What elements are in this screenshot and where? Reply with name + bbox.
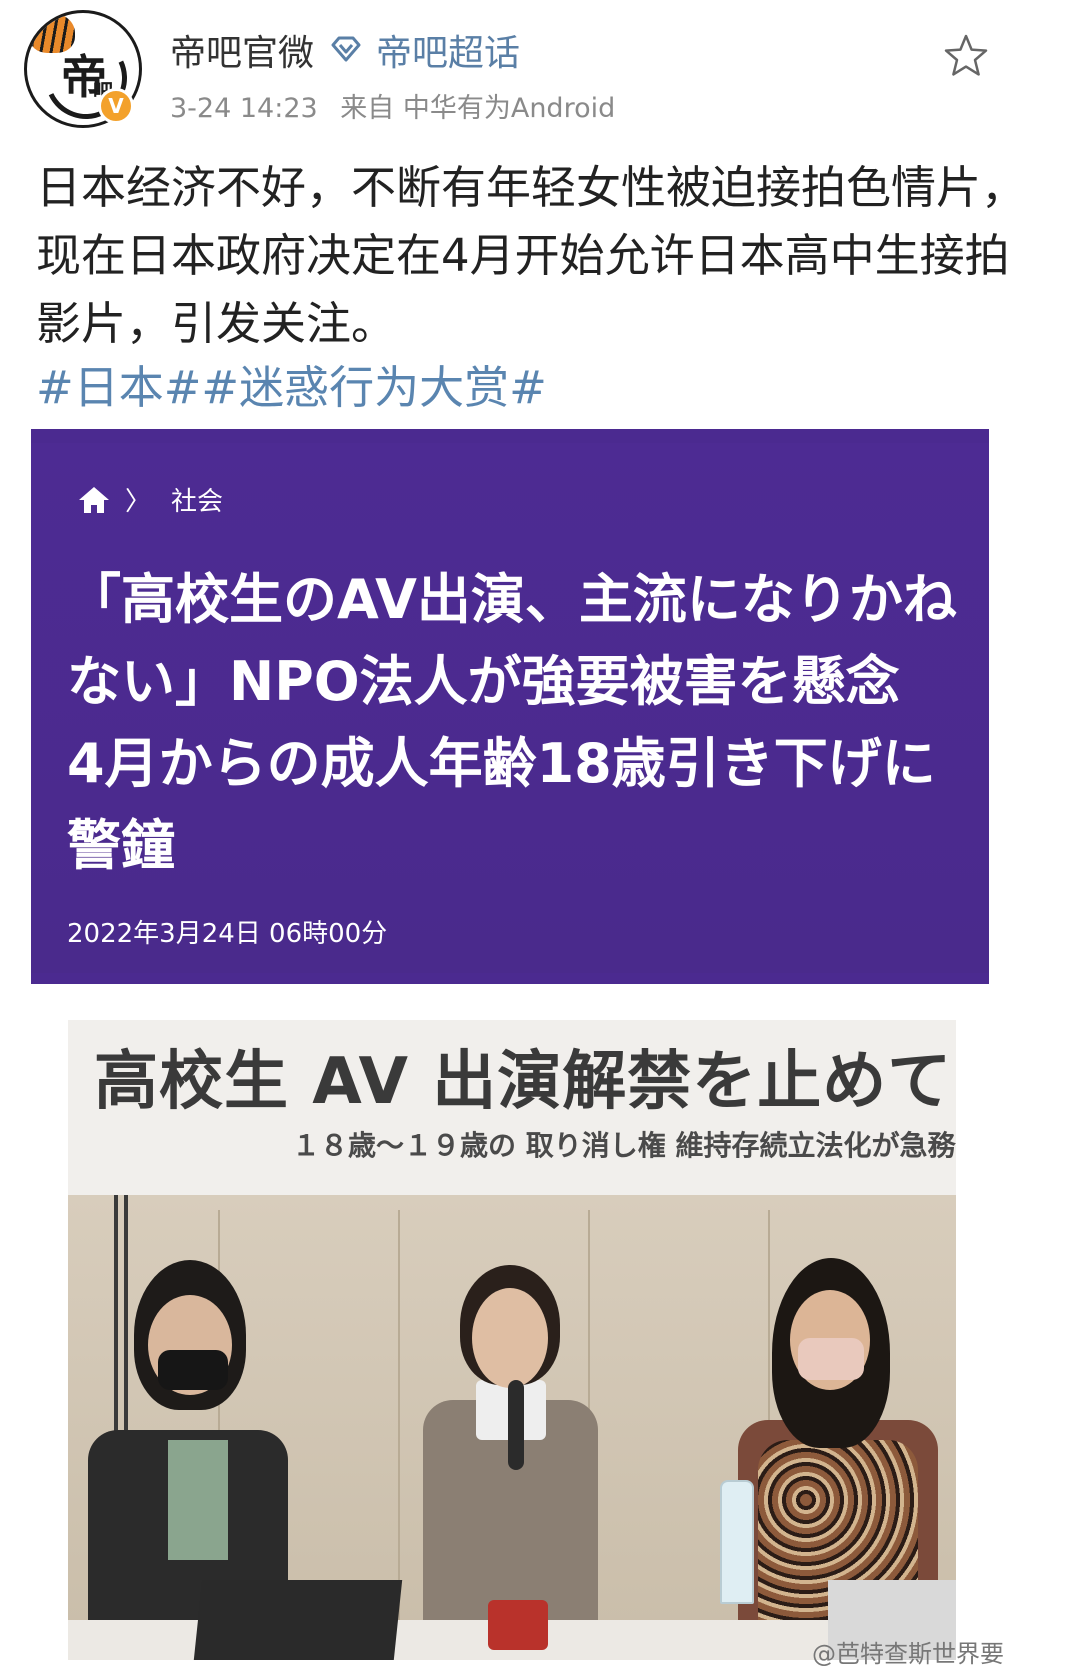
laptop-left — [193, 1580, 403, 1660]
post-text: 日本经济不好，不断有年轻女性被迫接拍色情片，现在日本政府决定在4月开始允许日本高… — [36, 161, 1027, 350]
verified-badge-icon: V — [98, 88, 134, 124]
water-bottle — [720, 1480, 754, 1604]
hashtag-japan[interactable]: #日本# — [36, 361, 201, 414]
star-icon[interactable] — [942, 32, 990, 80]
diamond-icon — [331, 36, 361, 62]
hashtags: #日本##迷惑行为大赏# — [36, 358, 547, 418]
post-source: 来自 中华有为Android — [340, 93, 616, 124]
news-date: 2022年3月24日 06時00分 — [67, 919, 388, 949]
press-conference-photo[interactable]: 高校生 AV 出演解禁を止めてく １８歳～１９歳の 取り消し権 維持存続立法化が… — [68, 1020, 956, 1660]
hashtag-confusing-behavior[interactable]: #迷惑行为大赏# — [201, 361, 546, 414]
breadcrumb-category: 社会 — [171, 487, 224, 517]
account-name[interactable]: 帝吧官微 — [170, 24, 314, 76]
home-icon — [79, 486, 109, 513]
banner-subtitle: １８歳～１９歳の 取り消し権 維持存続立法化が急務 — [292, 1129, 956, 1162]
breadcrumb-separator: 〉 — [125, 487, 152, 517]
super-topic-link[interactable]: 帝吧超话 — [376, 24, 520, 76]
post-header: 帝 吧 V 帝吧官微 帝吧超话 3-24 14:23 来自 中华有为Androi… — [0, 0, 1080, 140]
post-meta: 3-24 14:23 来自 中华有为Android — [170, 86, 629, 125]
photo-banner: 高校生 AV 出演解禁を止めてく １８歳～１９歳の 取り消し権 維持存続立法化が… — [68, 1020, 956, 1195]
banner-title: 高校生 AV 出演解禁を止めてく — [94, 1045, 956, 1119]
watermark: @芭特查斯世界要 — [812, 1640, 1004, 1668]
red-object — [488, 1600, 548, 1650]
breadcrumb: 〉 社会 — [77, 481, 223, 518]
post-time: 3-24 14:23 — [170, 93, 318, 124]
news-screenshot-card[interactable]: 〉 社会 「高校生のAV出演、主流になりかねない」NPO法人が強要被害を懸念 4… — [31, 429, 989, 984]
news-headline: 「高校生のAV出演、主流になりかねない」NPO法人が強要被害を懸念 4月からの成… — [67, 568, 957, 877]
